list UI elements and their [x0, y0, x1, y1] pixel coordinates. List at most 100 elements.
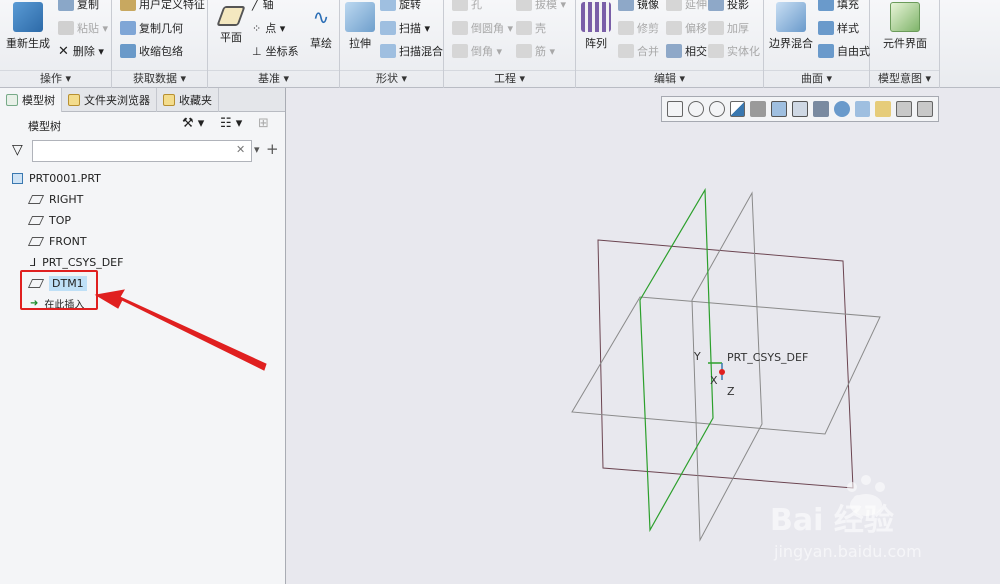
- tab-model-tree[interactable]: 模型树: [0, 88, 62, 112]
- datum-display-icon[interactable]: [875, 101, 892, 117]
- group-shapes: 拉伸 旋转 扫描 ▾ 扫描混合 形状 ▾: [340, 0, 444, 88]
- revolve-button[interactable]: 旋转: [380, 0, 421, 12]
- swept-blend-button[interactable]: 扫描混合: [380, 43, 443, 59]
- solidify-button[interactable]: 实体化: [708, 43, 760, 59]
- group-label-shapes[interactable]: 形状 ▾: [340, 70, 443, 86]
- group-engineering: 孔 拔模 ▾ 倒圆角 ▾ 壳 倒角 ▾ 筋 ▾ 工程 ▾: [444, 0, 576, 88]
- shell-button[interactable]: 壳: [516, 20, 546, 36]
- spin-center-icon[interactable]: [750, 101, 767, 117]
- thicken-icon: [708, 21, 724, 35]
- filter-dropdown-icon[interactable]: ▾: [254, 143, 260, 156]
- tree-item-front[interactable]: FRONT: [27, 231, 87, 251]
- search-input[interactable]: [32, 140, 252, 162]
- extend-button[interactable]: 延伸: [666, 0, 707, 12]
- tree-item-top[interactable]: TOP: [27, 210, 71, 230]
- freestyle-button[interactable]: 自由式: [818, 43, 870, 59]
- fill-button[interactable]: 填充: [818, 0, 859, 12]
- extrude-button[interactable]: 拉伸: [342, 2, 378, 51]
- tree-item-right[interactable]: RIGHT: [27, 189, 83, 209]
- merge-button[interactable]: 合并: [618, 43, 659, 59]
- shrinkwrap-button[interactable]: 收缩包络: [120, 43, 183, 59]
- chamfer-icon: [452, 44, 468, 58]
- tab-favorites[interactable]: 收藏夹: [157, 88, 219, 112]
- point-button[interactable]: ⁘ 点 ▾: [252, 20, 285, 36]
- project-button[interactable]: 投影: [708, 0, 749, 12]
- group-label-model-intent[interactable]: 模型意图 ▾: [870, 70, 939, 86]
- shell-icon: [516, 21, 532, 35]
- copy-button[interactable]: 复制: [58, 0, 99, 12]
- spin-display-icon[interactable]: [917, 101, 934, 117]
- clear-icon[interactable]: ✕: [236, 143, 245, 156]
- zoom-out-icon[interactable]: [708, 101, 725, 117]
- group-label-operations[interactable]: 操作 ▾: [0, 70, 111, 86]
- display-style-icon[interactable]: [771, 101, 788, 117]
- round-button[interactable]: 倒圆角 ▾: [452, 20, 513, 36]
- axis-button[interactable]: ╱ 轴: [252, 0, 274, 12]
- csys-button[interactable]: ⊥ 坐标系: [252, 43, 299, 59]
- graphics-window[interactable]: [287, 88, 1000, 584]
- chamfer-button[interactable]: 倒角 ▾: [452, 43, 502, 59]
- group-model-intent: 元件界面 模型意图 ▾: [870, 0, 940, 88]
- plane-button[interactable]: 平面: [212, 2, 250, 45]
- boundary-blend-button[interactable]: 边界混合: [766, 2, 816, 51]
- annotation-display-icon[interactable]: [896, 101, 913, 117]
- style-button[interactable]: 样式: [818, 20, 859, 36]
- model-tree-title: 模型树: [28, 120, 61, 133]
- paste-button[interactable]: 粘贴 ▾: [58, 20, 108, 36]
- zoom-fit-icon[interactable]: [667, 101, 683, 117]
- show-menu-icon[interactable]: ☷ ▾: [220, 116, 242, 131]
- intersect-icon: [666, 44, 682, 58]
- rib-button[interactable]: 筋 ▾: [516, 43, 555, 59]
- trim-button[interactable]: 修剪: [618, 20, 659, 36]
- thicken-button[interactable]: 加厚: [708, 20, 749, 36]
- paste-icon: [58, 21, 74, 35]
- tree-item-csys[interactable]: ⅃ PRT_CSYS_DEF: [30, 252, 123, 272]
- tree-item-part[interactable]: PRT0001.PRT: [12, 168, 101, 188]
- copy-geometry-button[interactable]: 复制几何: [120, 20, 183, 36]
- sketch-icon: ∿: [312, 5, 330, 29]
- model-tree-icon: [6, 94, 18, 106]
- offset-icon: [666, 21, 682, 35]
- saved-views-icon[interactable]: [792, 101, 808, 117]
- view-toolbar: [661, 96, 939, 122]
- regenerate-button[interactable]: 重新生成: [4, 2, 52, 51]
- delete-icon: ✕: [58, 43, 69, 59]
- group-label-surfaces[interactable]: 曲面 ▾: [764, 70, 869, 86]
- ribbon: 重新生成 复制 粘贴 ▾ ✕ 删除 ▾ 操作 ▾ 用户定义特征 复制几何 收缩包络…: [0, 0, 1000, 88]
- round-icon: [452, 21, 468, 35]
- sweep-button[interactable]: 扫描 ▾: [380, 20, 430, 36]
- udf-button[interactable]: 用户定义特征: [120, 0, 205, 12]
- tab-folder-browser[interactable]: 文件夹浏览器: [62, 88, 157, 112]
- navigator-tabs: 模型树 文件夹浏览器 收藏夹: [0, 88, 285, 112]
- component-interface-button[interactable]: 元件界面: [874, 2, 936, 51]
- filter-icon[interactable]: ▽: [12, 142, 23, 158]
- copy-geometry-icon: [120, 21, 136, 35]
- add-icon[interactable]: +: [266, 140, 279, 158]
- sketch-button[interactable]: ∿ 草绘: [304, 2, 338, 51]
- swept-blend-icon: [380, 44, 396, 58]
- csys-icon: ⅃: [30, 255, 37, 269]
- draft-button[interactable]: 拔模 ▾: [516, 0, 566, 12]
- appearance-icon[interactable]: [833, 101, 850, 117]
- style-icon: [818, 21, 834, 35]
- group-label-editing[interactable]: 编辑 ▾: [576, 70, 763, 86]
- hole-icon: [452, 0, 468, 11]
- settings-tools-icon[interactable]: ⚒ ▾: [182, 116, 204, 131]
- repaint-icon[interactable]: [729, 101, 746, 117]
- delete-button[interactable]: ✕ 删除 ▾: [58, 43, 104, 59]
- solidify-icon: [708, 44, 724, 58]
- mirror-button[interactable]: 镜像: [618, 0, 659, 12]
- pattern-button[interactable]: 阵列: [580, 2, 612, 51]
- navigator-panel: 模型树 文件夹浏览器 收藏夹 模型树 ⚒ ▾ ☷ ▾ ⊞ ▽ ✕ ▾ + PRT…: [0, 88, 286, 584]
- columns-icon[interactable]: ⊞: [258, 116, 269, 131]
- section-icon[interactable]: [812, 101, 829, 117]
- intersect-button[interactable]: 相交: [666, 43, 707, 59]
- group-label-datum[interactable]: 基准 ▾: [208, 70, 339, 86]
- perspective-icon[interactable]: [854, 101, 871, 117]
- zoom-in-icon[interactable]: [687, 101, 704, 117]
- hole-button[interactable]: 孔: [452, 0, 482, 12]
- group-label-get-data[interactable]: 获取数据 ▾: [112, 70, 207, 86]
- offset-button[interactable]: 偏移: [666, 20, 707, 36]
- group-label-engineering[interactable]: 工程 ▾: [444, 70, 575, 86]
- group-datum: 平面 ╱ 轴 ⁘ 点 ▾ ⊥ 坐标系 ∿ 草绘 基准 ▾: [208, 0, 340, 88]
